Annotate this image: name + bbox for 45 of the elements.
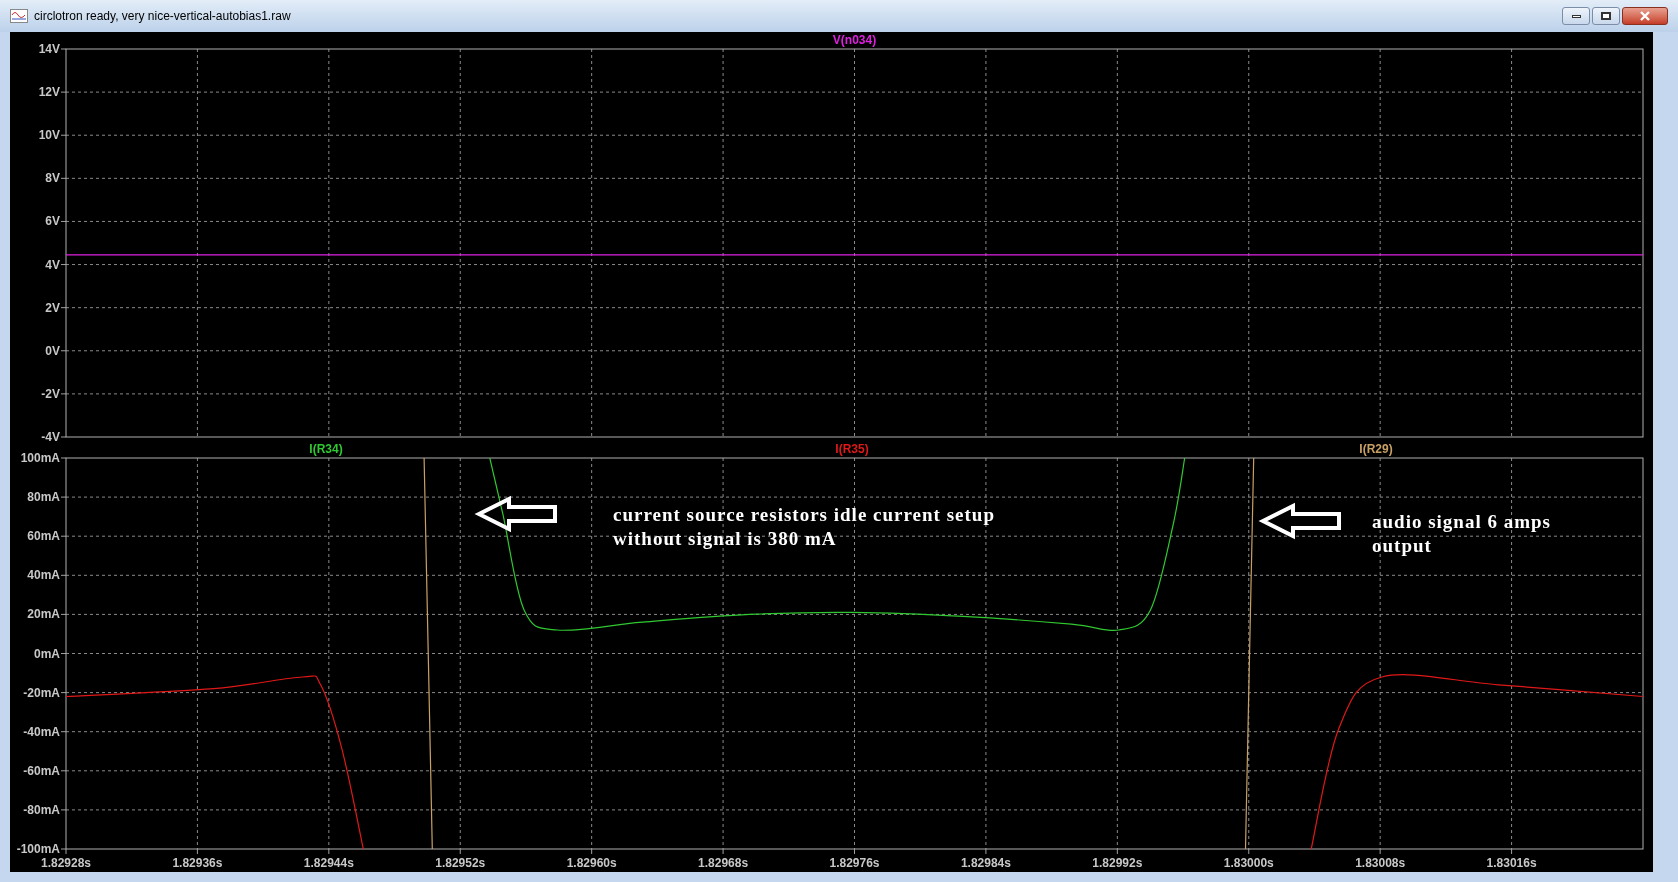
x-axis-tick-label: 1.82992s: [1092, 856, 1143, 870]
x-axis-tick-label: 1.82984s: [960, 856, 1011, 870]
y-axis-tick-label: 6V: [45, 214, 60, 229]
maximize-button[interactable]: [1592, 7, 1620, 25]
x-axis-tick-label: 1.82952s: [435, 856, 486, 870]
x-axis-tick-label: 1.82960s: [566, 856, 617, 870]
y-axis-tick-label: -40mA: [23, 724, 60, 739]
window-title: circlotron ready, very nice-vertical-autobias1.raw: [34, 8, 291, 25]
close-button[interactable]: [1622, 7, 1668, 25]
x-axis-tick-label: 1.83008s: [1355, 856, 1406, 870]
close-icon: [1639, 11, 1651, 21]
x-axis-tick-label: 1.82928s: [40, 856, 92, 870]
x-axis-tick-label: 1.82968s: [698, 856, 749, 870]
x-axis-tick-label: 1.82944s: [303, 856, 354, 870]
y-axis-tick-label: 2V: [45, 300, 60, 315]
trace-label[interactable]: I(R34): [309, 442, 343, 456]
x-axis-tick-label: 1.82976s: [829, 856, 880, 870]
trace-label[interactable]: I(R35): [835, 442, 869, 456]
trace-label[interactable]: I(R29): [1359, 442, 1393, 456]
x-axis-tick-label: 1.82936s: [172, 856, 223, 870]
y-axis-tick-label: 0mA: [34, 646, 60, 661]
x-axis-tick-label: 1.83016s: [1486, 856, 1537, 870]
y-axis-tick-label: 4V: [45, 257, 60, 272]
y-axis-tick-label: -2V: [41, 386, 60, 401]
trace-label[interactable]: V(n034): [832, 33, 877, 47]
y-axis-tick-label: -4V: [41, 430, 60, 444]
waveform-app-icon: [10, 9, 28, 23]
y-axis-tick-label: -20mA: [23, 685, 60, 700]
y-axis-tick-label: 80mA: [27, 490, 60, 505]
y-axis-tick-label: 20mA: [27, 607, 60, 622]
y-axis-tick-label: 0V: [45, 343, 60, 358]
y-axis-tick-label: 40mA: [27, 568, 60, 583]
y-axis-tick-label: -80mA: [23, 802, 60, 817]
y-axis-tick-label: 100mA: [20, 451, 60, 465]
y-axis-tick-label: 8V: [45, 171, 60, 186]
y-axis-tick-label: -100mA: [16, 842, 60, 856]
y-axis-tick-label: 10V: [38, 128, 60, 143]
y-axis-tick-label: 14V: [38, 42, 60, 56]
x-axis-tick-label: 1.83000s: [1223, 856, 1274, 870]
y-axis-tick-label: -60mA: [23, 763, 60, 778]
annotation-text: current source resistors idle current setup without signal is 380 mA: [613, 504, 995, 549]
y-axis-tick-label: 12V: [38, 85, 60, 100]
y-axis-tick-label: 60mA: [27, 529, 60, 544]
minimize-button[interactable]: [1562, 7, 1590, 25]
annotation-text: audio signal 6 amps output: [1372, 511, 1551, 556]
